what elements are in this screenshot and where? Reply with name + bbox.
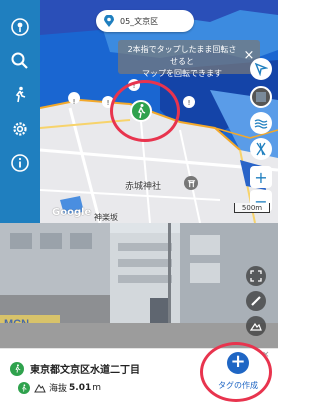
rotate-hint-text: 2本指でタップしたまま回転させると マップを回転できます <box>127 45 237 78</box>
shrine-icon[interactable] <box>184 176 198 190</box>
waves-icon <box>254 119 268 129</box>
settings-button[interactable] <box>0 112 40 146</box>
measure-button[interactable] <box>246 291 266 311</box>
walker-icon <box>18 381 30 394</box>
left-toolbar <box>0 0 40 223</box>
mountain-icon <box>34 383 46 392</box>
navigate-button[interactable] <box>250 58 272 80</box>
tsunami-button[interactable] <box>250 112 272 134</box>
ruler-icon <box>251 296 261 306</box>
marker-pin[interactable]: ! <box>183 96 195 108</box>
location-button[interactable] <box>0 10 40 44</box>
walker-icon <box>15 86 26 103</box>
elevation-unit: m <box>92 382 102 393</box>
torii-icon <box>187 179 195 187</box>
address-row: 東京都文京区水道二丁目 <box>10 361 140 376</box>
street-view-panel[interactable]: MCN <box>0 223 278 348</box>
search-icon <box>11 52 28 69</box>
fullscreen-icon <box>250 270 262 282</box>
highlight-circle-create-tag <box>200 342 272 402</box>
terrain-icon <box>250 322 262 331</box>
elevation-value: 5.01 <box>69 382 92 393</box>
map-pin-icon <box>104 15 114 27</box>
street-view-image[interactable]: MCN <box>0 223 278 348</box>
svg-text:!: ! <box>188 99 191 107</box>
gear-icon <box>13 122 27 136</box>
fullscreen-button[interactable] <box>246 266 266 286</box>
rotate-hint-tooltip: 2本指でタップしたまま回転させると マップを回転できます × <box>118 40 260 78</box>
scale-bar: 500m <box>234 203 270 213</box>
elevation-row: 海抜 5.01 m <box>18 381 101 394</box>
svg-text:!: ! <box>107 99 110 107</box>
place-label: 赤城神社 <box>125 182 162 192</box>
walker-icon <box>10 361 24 376</box>
zoom-in-button[interactable]: + <box>250 166 272 188</box>
lightning-icon <box>256 142 266 156</box>
neighborhood-label: 神楽坂 <box>94 213 118 222</box>
map-pin-icon <box>11 18 29 36</box>
search-button[interactable] <box>0 44 40 78</box>
layer-button[interactable] <box>250 86 272 108</box>
layers-icon <box>256 92 266 102</box>
terrain-button[interactable] <box>246 316 266 336</box>
info-button[interactable] <box>0 146 40 180</box>
elevation-label: 海抜 <box>49 384 68 394</box>
navigate-arrow-icon <box>254 62 268 76</box>
address-text: 東京都文京区水道二丁目 <box>30 365 140 376</box>
highlight-circle-location <box>110 80 180 142</box>
area-chip-label: 05_文京区 <box>120 16 159 26</box>
google-logo: Google <box>52 207 92 218</box>
fault-button[interactable] <box>250 138 272 160</box>
walk-button[interactable] <box>0 78 40 112</box>
svg-text:!: ! <box>73 98 76 106</box>
info-icon <box>11 154 29 172</box>
area-chip[interactable]: 05_文京区 <box>96 10 194 32</box>
